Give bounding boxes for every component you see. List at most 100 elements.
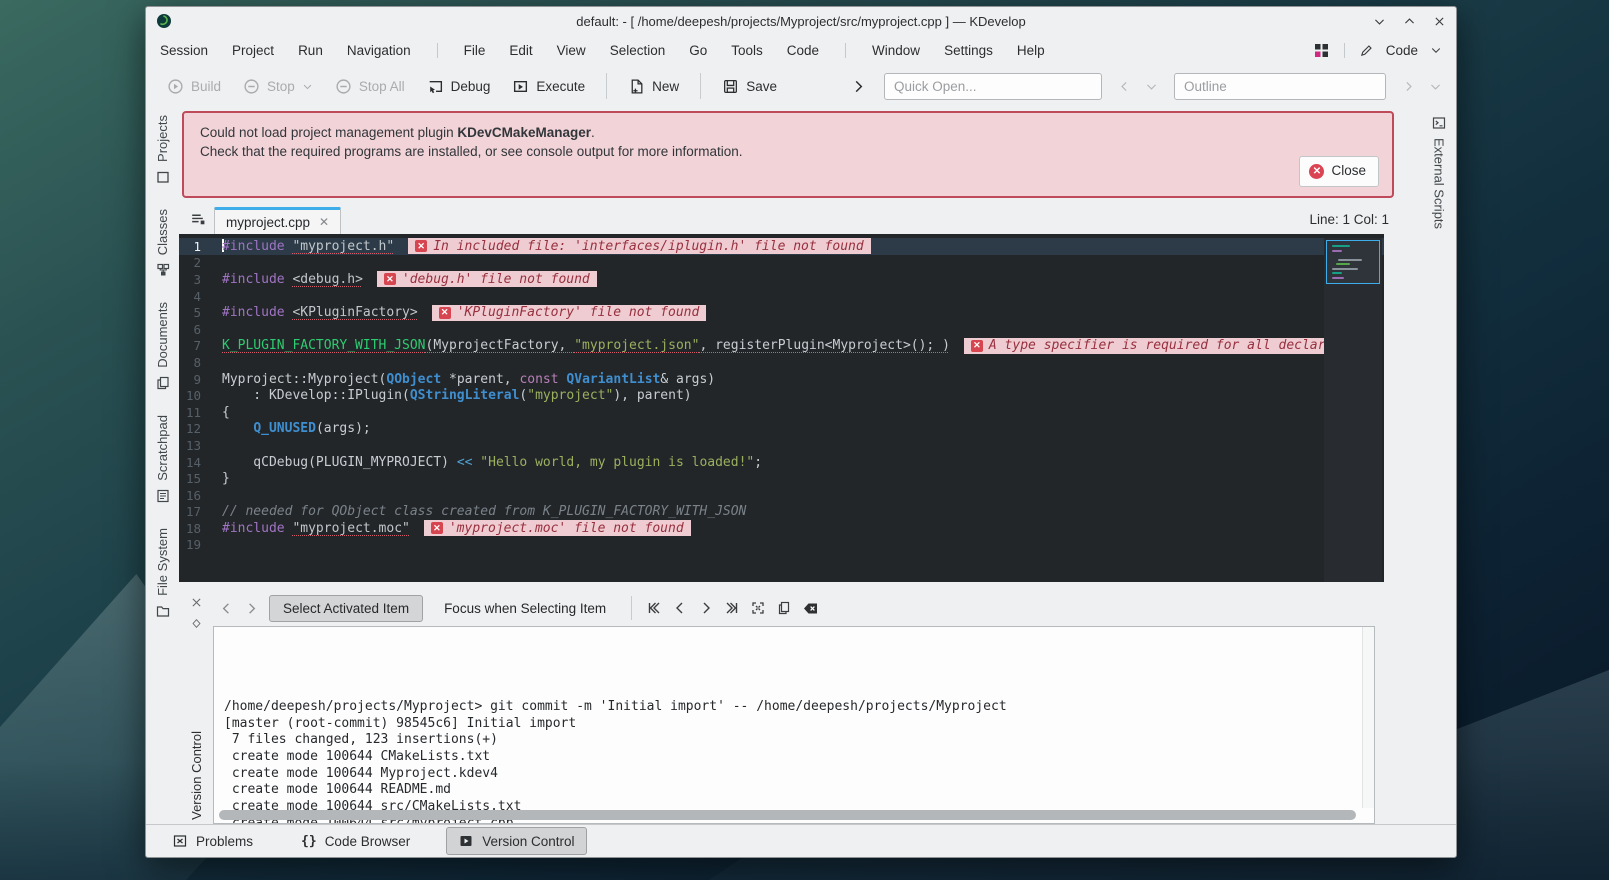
dock-tab-external-scripts[interactable]: External Scripts (1431, 115, 1447, 229)
statusbar-code-browser[interactable]: {} Code Browser (289, 828, 422, 855)
menu-navigation[interactable]: Navigation (347, 43, 411, 58)
menu-code[interactable]: Code (787, 43, 819, 58)
dock-tab-file-system[interactable]: File System (155, 528, 171, 619)
divider (1344, 43, 1345, 58)
code-editor[interactable]: 1#include "myproject.h"✕In included file… (179, 234, 1384, 582)
area-switcher-label[interactable]: Code (1386, 43, 1418, 58)
scratchpad-icon (155, 488, 171, 504)
maximize-button[interactable] (1402, 14, 1416, 28)
error-close-icon: ✕ (1309, 164, 1324, 179)
statusbar-label: Code Browser (325, 834, 411, 849)
toolbar-divider (700, 73, 701, 99)
inline-error-badge: ✕'myproject.moc' file not found (424, 520, 691, 536)
dock-tab-label: Classes (155, 209, 170, 255)
tab-close-icon[interactable]: ✕ (319, 215, 329, 229)
minimap-viewport[interactable] (1326, 240, 1380, 284)
new-button[interactable]: New (619, 72, 688, 101)
quick-open-input[interactable] (884, 73, 1102, 100)
focus-when-selecting-toggle[interactable]: Focus when Selecting Item (433, 596, 617, 621)
menu-file[interactable]: File (464, 43, 486, 58)
debug-icon (427, 78, 444, 95)
chevron-down-icon[interactable] (1145, 80, 1158, 93)
save-button[interactable]: Save (713, 72, 786, 101)
kdevelop-logo-icon (156, 13, 172, 29)
line-number: 19 (181, 537, 207, 552)
outline-input[interactable] (1174, 73, 1386, 100)
debug-button[interactable]: Debug (418, 72, 500, 101)
code-text: { (207, 405, 230, 420)
zoom-fit-icon[interactable] (750, 600, 766, 616)
history-next-icon[interactable] (244, 601, 259, 616)
terminal-icon (1431, 115, 1447, 131)
dock-tab-label: External Scripts (1432, 138, 1447, 229)
button-label: Stop (267, 79, 295, 94)
document-list-icon[interactable] (189, 211, 206, 228)
braces-icon: {} (301, 834, 317, 849)
close-button[interactable] (1432, 14, 1446, 28)
stop-all-button[interactable]: Stop All (326, 72, 414, 101)
go-last-icon[interactable] (724, 600, 740, 616)
line-number: 14 (181, 455, 207, 470)
menu-go[interactable]: Go (689, 43, 707, 58)
panel-float-icon[interactable] (191, 618, 202, 629)
execute-button[interactable]: Execute (503, 72, 594, 101)
statusbar-problems[interactable]: Problems (160, 827, 265, 855)
inline-error-badge: ✕A type specifier is required for all de… (964, 338, 1340, 354)
banner-message-line2: Check that the required programs are ins… (200, 143, 1376, 162)
panel-title-vertical: Version Control (189, 731, 204, 820)
code-text: #include "myproject.moc" (207, 521, 410, 536)
vertical-scrollbar[interactable] (1362, 627, 1374, 808)
minimap-scrollbar[interactable] (1324, 238, 1382, 582)
code-line-10: 10 : KDevelop::IPlugin(QStringLiteral("m… (179, 387, 1384, 404)
error-message: 'myproject.moc' file not found (449, 521, 684, 536)
dock-tab-projects[interactable]: Projects (155, 115, 171, 185)
toolbar-overflow-icon[interactable] (851, 79, 866, 94)
dock-tab-documents[interactable]: Documents (155, 302, 171, 391)
output-line: [master (root-commit) 98545c6] Initial i… (224, 716, 1360, 733)
go-previous-icon[interactable] (672, 600, 688, 616)
menu-edit[interactable]: Edit (509, 43, 532, 58)
panel-close-icon[interactable] (190, 596, 203, 609)
minimize-button[interactable] (1372, 14, 1386, 28)
button-label: Execute (536, 79, 585, 94)
menu-view[interactable]: View (557, 43, 586, 58)
nav-forward-icon[interactable] (1402, 80, 1415, 93)
stop-button[interactable]: Stop (234, 72, 322, 101)
copy-icon[interactable] (776, 600, 792, 616)
chevron-down-icon[interactable] (1430, 44, 1442, 56)
go-next-icon[interactable] (698, 600, 714, 616)
vcs-output-area[interactable]: /home/deepesh/projects/Myproject> git co… (213, 626, 1375, 824)
menu-window[interactable]: Window (872, 43, 920, 58)
code-line-11: 11{ (179, 404, 1384, 421)
dock-tab-classes[interactable]: Classes (155, 209, 171, 278)
dock-tab-scratchpad[interactable]: Scratchpad (155, 415, 171, 504)
code-line-9: 9Myproject::Myproject(QObject *parent, c… (179, 371, 1384, 388)
nav-back-icon[interactable] (1118, 80, 1131, 93)
menu-project[interactable]: Project (232, 43, 274, 58)
menu-session[interactable]: Session (160, 43, 208, 58)
titlebar[interactable]: default: - [ /home/deepesh/projects/Mypr… (146, 7, 1456, 35)
clear-output-icon[interactable] (802, 600, 819, 617)
menu-selection[interactable]: Selection (610, 43, 666, 58)
area-grid-icon[interactable] (1313, 42, 1330, 59)
history-prev-icon[interactable] (219, 601, 234, 616)
menu-settings[interactable]: Settings (944, 43, 993, 58)
line-number: 7 (181, 338, 207, 353)
statusbar-version-control[interactable]: Version Control (446, 827, 586, 855)
code-text: #include <debug.h> (207, 272, 363, 287)
select-activated-item-toggle[interactable]: Select Activated Item (269, 595, 423, 622)
menu-help[interactable]: Help (1017, 43, 1045, 58)
new-file-icon (628, 78, 645, 95)
menu-run[interactable]: Run (298, 43, 323, 58)
line-number: 15 (181, 471, 207, 486)
horizontal-scrollbar[interactable] (219, 810, 1356, 820)
code-text: qCDebug(PLUGIN_MYPROJECT) << "Hello worl… (207, 455, 762, 470)
tab-myproject-cpp[interactable]: myproject.cpp ✕ (214, 207, 341, 234)
go-first-icon[interactable] (646, 600, 662, 616)
menu-tools[interactable]: Tools (731, 43, 763, 58)
code-line-7: 7K_PLUGIN_FACTORY_WITH_JSON(MyprojectFac… (179, 338, 1384, 355)
banner-close-button[interactable]: ✕ Close (1299, 156, 1379, 187)
menubar: Session Project Run Navigation File Edit View S… (146, 35, 1456, 65)
build-button[interactable]: Build (158, 72, 230, 101)
chevron-down-icon[interactable] (1429, 80, 1442, 93)
